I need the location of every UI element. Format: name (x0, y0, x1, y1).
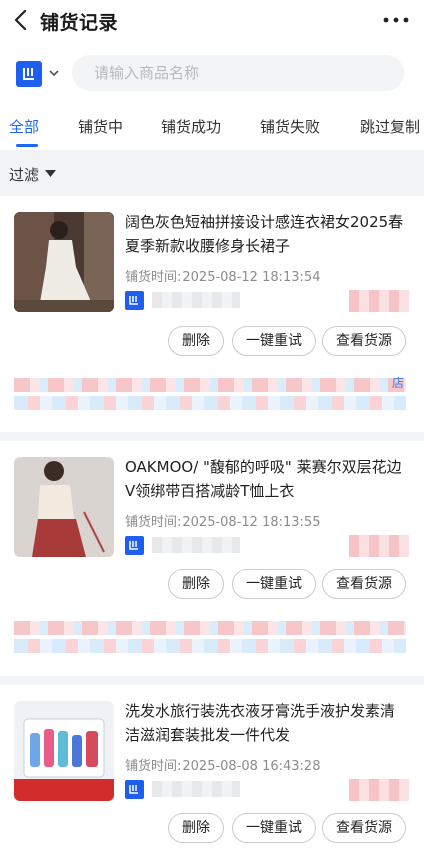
error-text-redacted (14, 639, 406, 653)
tab-skipped[interactable]: 跳过复制 (360, 116, 420, 137)
tab-failed[interactable]: 铺货失败 (260, 116, 320, 137)
time-label: 铺货时间: (125, 759, 182, 774)
product-title[interactable]: OAKMOO/ "馥郁的呼吸" 莱赛尔双层花边V领绑带百搭减龄T恤上衣 (125, 455, 409, 503)
error-tail: 店 (391, 376, 404, 390)
error-text-redacted (14, 396, 406, 410)
search-input[interactable] (72, 55, 404, 91)
listing-time: 铺货时间:2025-08-12 18:13:55 (125, 511, 320, 530)
chevron-down-icon[interactable] (48, 68, 60, 78)
error-text-redacted (14, 378, 406, 392)
filter-bar[interactable]: 过滤 (0, 150, 424, 196)
status-redacted (349, 779, 409, 801)
top-bar: 铺货记录 (0, 0, 424, 44)
search-box[interactable] (72, 55, 404, 91)
error-message: 店 (14, 374, 406, 414)
shop-name-redacted (152, 781, 240, 797)
shop-logo-icon (125, 780, 144, 799)
status-tabs: 全部 铺货中 铺货成功 铺货失败 跳过复制 (0, 102, 424, 150)
shop-name-redacted (152, 537, 240, 553)
shop-name-redacted (152, 292, 240, 308)
delete-button[interactable]: 删除 (168, 569, 224, 599)
active-tab-indicator (16, 144, 38, 147)
tab-success[interactable]: 铺货成功 (161, 116, 221, 137)
time-value: 2025-08-12 18:13:55 (182, 515, 321, 530)
view-source-button[interactable]: 查看货源 (322, 326, 406, 356)
retry-button[interactable]: 一键重试 (232, 569, 316, 599)
product-title[interactable]: 洗发水旅行装洗衣液牙膏洗手液护发素清洁滋润套装批发一件代发 (125, 699, 409, 747)
tab-all[interactable]: 全部 (9, 116, 39, 137)
tab-in-progress[interactable]: 铺货中 (78, 116, 123, 137)
product-thumbnail[interactable] (14, 457, 114, 557)
view-source-button[interactable]: 查看货源 (322, 813, 406, 843)
shop-logo-icon (125, 291, 144, 310)
status-redacted (349, 535, 409, 557)
time-value: 2025-08-12 18:13:54 (182, 270, 321, 285)
status-redacted (349, 290, 409, 312)
record-card: 洗发水旅行装洗衣液牙膏洗手液护发素清洁滋润套装批发一件代发 铺货时间:2025-… (0, 685, 424, 857)
retry-button[interactable]: 一键重试 (232, 326, 316, 356)
search-row (0, 44, 424, 102)
record-card: OAKMOO/ "馥郁的呼吸" 莱赛尔双层花边V领绑带百搭减龄T恤上衣 铺货时间… (0, 441, 424, 676)
time-label: 铺货时间: (125, 270, 182, 285)
time-label: 铺货时间: (125, 515, 182, 530)
filter-label[interactable]: 过滤 (9, 164, 39, 185)
page-title: 铺货记录 (40, 12, 119, 34)
view-source-button[interactable]: 查看货源 (322, 569, 406, 599)
error-message (14, 617, 406, 657)
product-thumbnail[interactable] (14, 212, 114, 312)
back-arrow-icon[interactable] (10, 6, 34, 34)
record-card: 阔色灰色短袖拼接设计感连衣裙女2025春夏季新款收腰修身长裙子 铺货时间:202… (0, 196, 424, 432)
delete-button[interactable]: 删除 (168, 813, 224, 843)
listing-time: 铺货时间:2025-08-08 16:43:28 (125, 755, 320, 774)
shop-logo-icon (125, 536, 144, 555)
listing-time: 铺货时间:2025-08-12 18:13:54 (125, 266, 320, 285)
error-text-redacted (14, 621, 406, 635)
product-thumbnail[interactable] (14, 701, 114, 801)
platform-logo-icon[interactable] (16, 61, 42, 87)
delete-button[interactable]: 删除 (168, 326, 224, 356)
more-icon[interactable] (382, 14, 410, 26)
time-value: 2025-08-08 16:43:28 (182, 759, 321, 774)
product-title[interactable]: 阔色灰色短袖拼接设计感连衣裙女2025春夏季新款收腰修身长裙子 (125, 210, 409, 258)
retry-button[interactable]: 一键重试 (232, 813, 316, 843)
caret-down-icon[interactable] (45, 170, 56, 178)
